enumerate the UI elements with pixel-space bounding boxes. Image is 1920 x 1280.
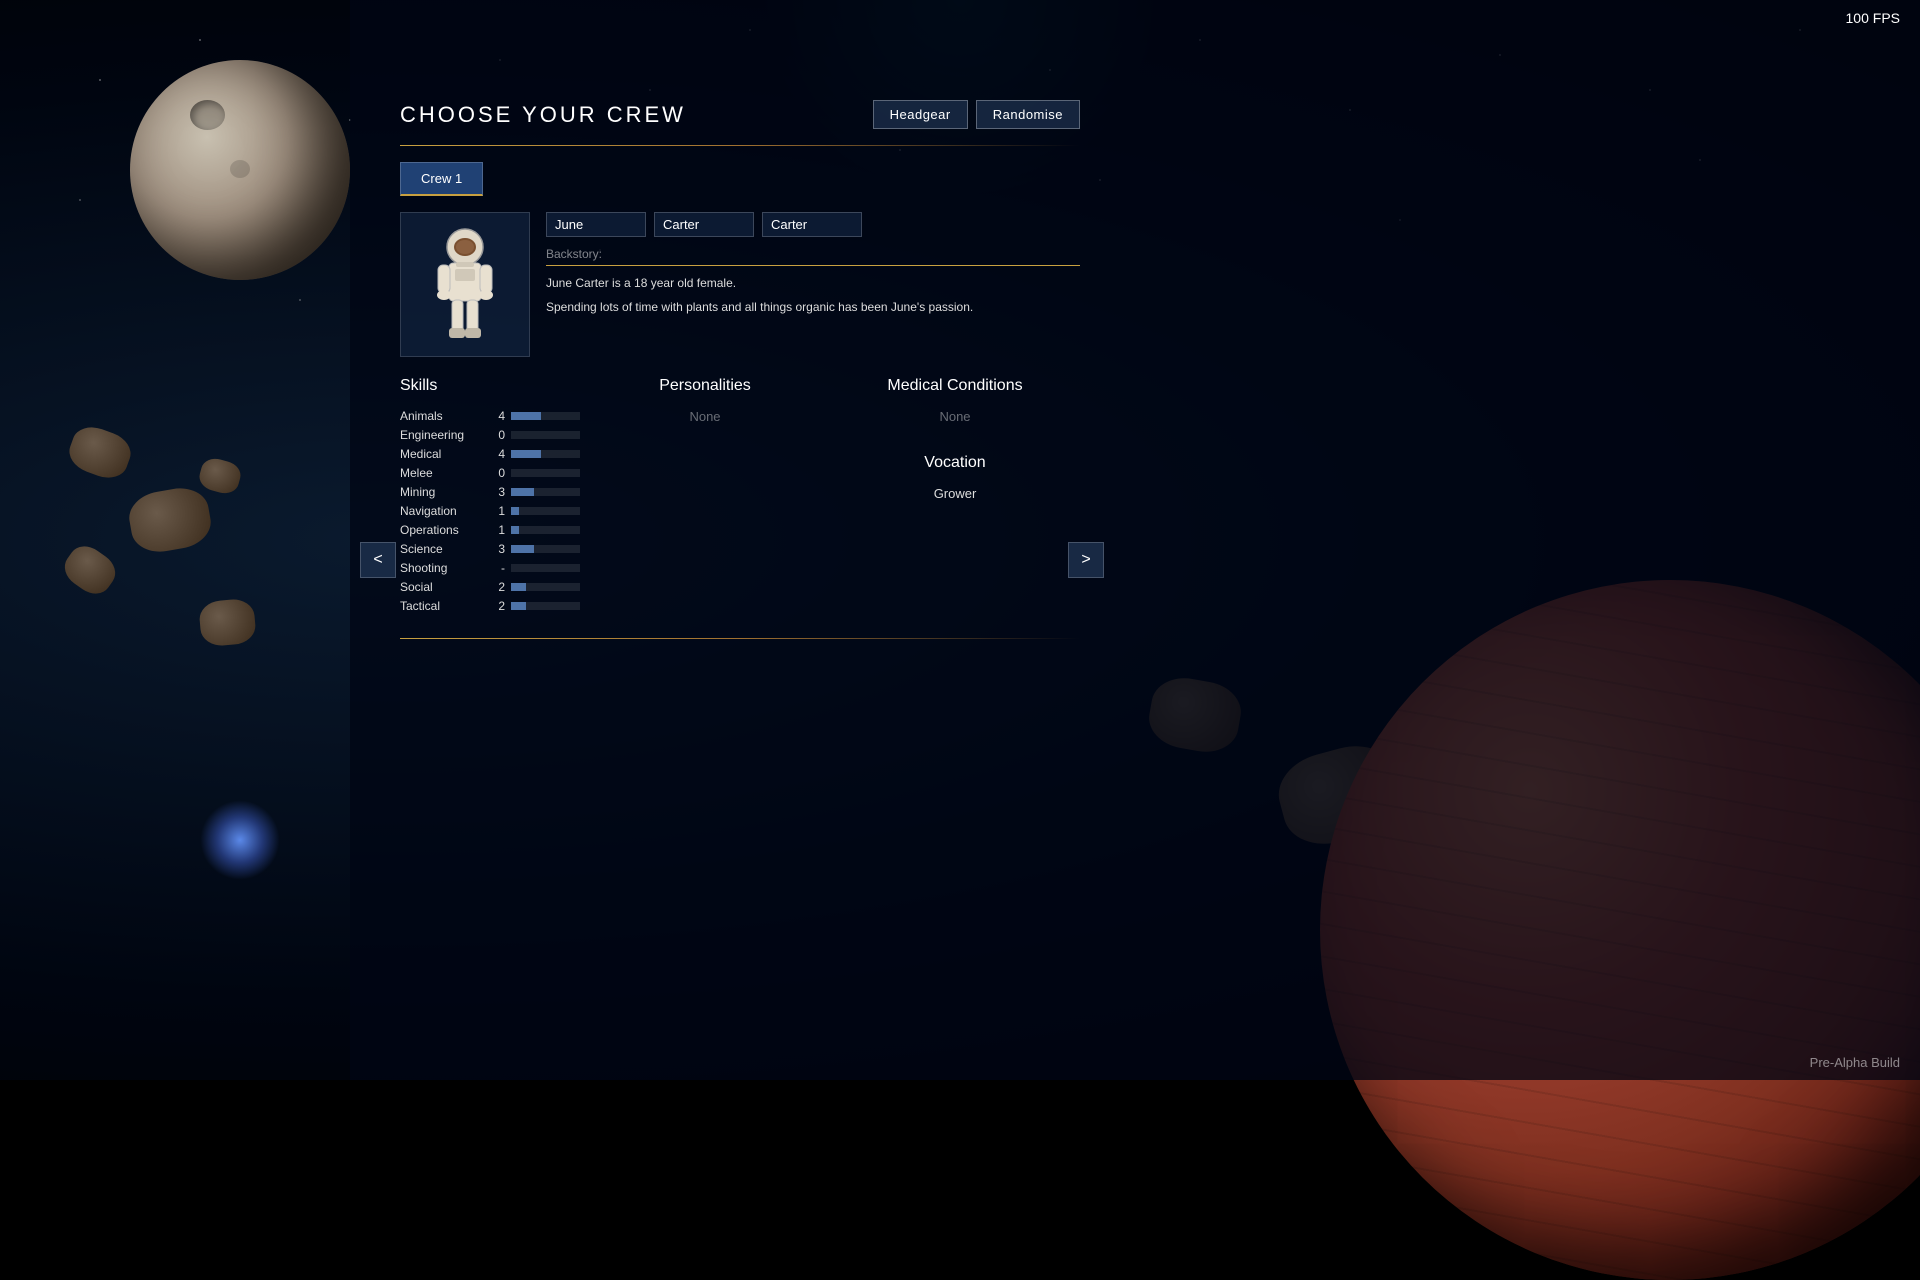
headgear-button[interactable]: Headgear — [873, 100, 968, 129]
name-row — [546, 212, 1080, 237]
skill-row: Mining 3 — [400, 485, 580, 499]
skill-bar-container — [511, 488, 580, 496]
vocation-title: Vocation — [850, 454, 1060, 472]
build-label: Pre-Alpha Build — [1810, 1055, 1900, 1070]
crew-info: Backstory: June Carter is a 18 year old … — [546, 212, 1080, 357]
skill-row: Animals 4 — [400, 409, 580, 423]
randomise-button[interactable]: Randomise — [976, 100, 1080, 129]
personalities-title: Personalities — [600, 377, 810, 395]
top-divider — [400, 145, 1080, 146]
skill-bar-container — [511, 545, 580, 553]
backstory-line2: Spending lots of time with plants and al… — [546, 298, 1080, 316]
astronaut-figure — [425, 225, 505, 345]
skill-value: 0 — [485, 466, 505, 480]
skill-bar — [511, 545, 534, 553]
backstory-text: June Carter is a 18 year old female. Spe… — [546, 274, 1080, 316]
skill-bar — [511, 507, 519, 515]
backstory-label: Backstory: — [546, 247, 1080, 261]
personalities-value: None — [600, 409, 810, 424]
next-arrow[interactable]: > — [1068, 542, 1104, 578]
skills-list: Animals 4 Engineering 0 Medical 4 Melee … — [400, 409, 580, 613]
skill-value: 2 — [485, 580, 505, 594]
skill-name: Medical — [400, 447, 485, 461]
skill-bar-container — [511, 564, 580, 572]
tabs-row: Crew 1 — [400, 162, 1080, 196]
tab-crew1[interactable]: Crew 1 — [400, 162, 483, 196]
skill-name: Social — [400, 580, 485, 594]
backstory-divider — [546, 265, 1080, 266]
skill-name: Mining — [400, 485, 485, 499]
backstory-line1: June Carter is a 18 year old female. — [546, 274, 1080, 292]
skill-bar — [511, 583, 526, 591]
skill-value: 2 — [485, 599, 505, 613]
skill-name: Engineering — [400, 428, 485, 442]
skill-value: 1 — [485, 504, 505, 518]
first-name-input[interactable] — [546, 212, 646, 237]
skill-value: 4 — [485, 409, 505, 423]
vocation-section: Vocation Grower — [850, 454, 1060, 501]
header-buttons: Headgear Randomise — [873, 100, 1080, 129]
last-name-input-1[interactable] — [654, 212, 754, 237]
skill-bar — [511, 412, 541, 420]
skill-row: Medical 4 — [400, 447, 580, 461]
skill-name: Science — [400, 542, 485, 556]
skill-bar-container — [511, 507, 580, 515]
skill-bar — [511, 450, 541, 458]
skill-row: Engineering 0 — [400, 428, 580, 442]
skill-bar-container — [511, 583, 580, 591]
skill-row: Tactical 2 — [400, 599, 580, 613]
skill-name: Animals — [400, 409, 485, 423]
skill-bar-container — [511, 431, 580, 439]
skill-name: Melee — [400, 466, 485, 480]
fps-counter: 100 FPS — [1846, 10, 1900, 26]
skill-row: Shooting - — [400, 561, 580, 575]
last-name-input-2[interactable] — [762, 212, 862, 237]
skill-value: - — [485, 561, 505, 575]
prev-arrow[interactable]: < — [360, 542, 396, 578]
bottom-divider — [400, 638, 1080, 639]
bottom-section: Skills Animals 4 Engineering 0 Medical 4… — [400, 377, 1080, 618]
crew-card: Backstory: June Carter is a 18 year old … — [400, 212, 1080, 357]
skill-bar — [511, 488, 534, 496]
skill-value: 3 — [485, 542, 505, 556]
skill-row: Navigation 1 — [400, 504, 580, 518]
skill-row: Social 2 — [400, 580, 580, 594]
skill-name: Tactical — [400, 599, 485, 613]
skill-name: Navigation — [400, 504, 485, 518]
skill-bar-container — [511, 412, 580, 420]
skill-row: Melee 0 — [400, 466, 580, 480]
skill-row: Science 3 — [400, 542, 580, 556]
skill-value: 0 — [485, 428, 505, 442]
personalities-column: Personalities None — [580, 377, 830, 618]
moon — [130, 60, 350, 280]
medical-column: Medical Conditions None Vocation Grower — [830, 377, 1080, 618]
page-title: CHOOSE YOUR CREW — [400, 102, 686, 128]
skill-bar-container — [511, 469, 580, 477]
skill-name: Shooting — [400, 561, 485, 575]
skill-value: 1 — [485, 523, 505, 537]
skill-bar-container — [511, 602, 580, 610]
skill-row: Operations 1 — [400, 523, 580, 537]
medical-title: Medical Conditions — [850, 377, 1060, 395]
panel-header: CHOOSE YOUR CREW Headgear Randomise — [400, 100, 1080, 129]
skill-bar — [511, 602, 526, 610]
spaceship-glow — [200, 800, 280, 880]
backstory-section: Backstory: June Carter is a 18 year old … — [546, 247, 1080, 316]
skill-name: Operations — [400, 523, 485, 537]
skill-bar-container — [511, 450, 580, 458]
medical-value: None — [850, 409, 1060, 424]
skills-title: Skills — [400, 377, 580, 395]
main-panel: CHOOSE YOUR CREW Headgear Randomise Crew… — [400, 100, 1080, 639]
skill-bar-container — [511, 526, 580, 534]
skill-value: 4 — [485, 447, 505, 461]
skill-bar — [511, 526, 519, 534]
vocation-value: Grower — [850, 486, 1060, 501]
character-portrait — [400, 212, 530, 357]
skills-column: Skills Animals 4 Engineering 0 Medical 4… — [400, 377, 580, 618]
skill-value: 3 — [485, 485, 505, 499]
